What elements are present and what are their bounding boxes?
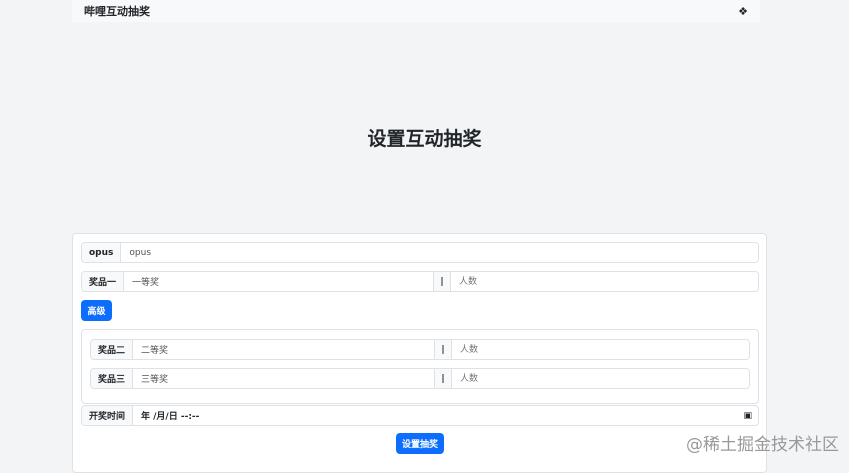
opus-label: opus xyxy=(82,243,122,262)
prize3-label: 奖品三 xyxy=(91,369,134,388)
brand[interactable]: 哔哩互动抽奖 xyxy=(84,3,150,19)
lottery-form: opus 奖品一 | 高级 奖品二 | 奖品三 | 开奖时间 年 /月/日 --… xyxy=(72,233,767,473)
navbar: 哔哩互动抽奖 ❖ xyxy=(72,0,760,22)
draw-time-label: 开奖时间 xyxy=(82,406,134,425)
prize3-name-input[interactable] xyxy=(133,369,435,388)
draw-time-group: 开奖时间 年 /月/日 --:-- ▣ xyxy=(81,405,759,426)
advanced-panel: 奖品二 | 奖品三 | xyxy=(81,329,759,404)
prize2-count-input[interactable] xyxy=(452,340,749,359)
prize1-group: 奖品一 | xyxy=(81,271,759,292)
opus-input[interactable] xyxy=(121,243,758,262)
page-title: 设置互动抽奖 xyxy=(367,128,482,150)
calendar-icon[interactable]: ▣ xyxy=(743,406,758,425)
prize2-label: 奖品二 xyxy=(91,340,134,359)
puzzle-icon[interactable]: ❖ xyxy=(738,5,748,18)
prize2-group: 奖品二 | xyxy=(90,339,750,360)
separator: | xyxy=(433,272,452,291)
opus-group: opus xyxy=(81,242,759,263)
prize3-group: 奖品三 | xyxy=(90,368,750,389)
prize3-count-input[interactable] xyxy=(452,369,749,388)
prize2-name-input[interactable] xyxy=(133,340,435,359)
draw-time-input[interactable]: 年 /月/日 --:-- xyxy=(133,406,744,425)
submit-button[interactable]: 设置抽奖 xyxy=(396,433,444,454)
prize1-name-input[interactable] xyxy=(124,272,434,291)
separator: | xyxy=(434,340,453,359)
watermark: @稀土掘金技术社区 xyxy=(686,435,839,455)
prize1-label: 奖品一 xyxy=(82,272,125,291)
separator: | xyxy=(434,369,453,388)
advanced-button[interactable]: 高级 xyxy=(81,300,112,321)
prize1-count-input[interactable] xyxy=(451,272,758,291)
